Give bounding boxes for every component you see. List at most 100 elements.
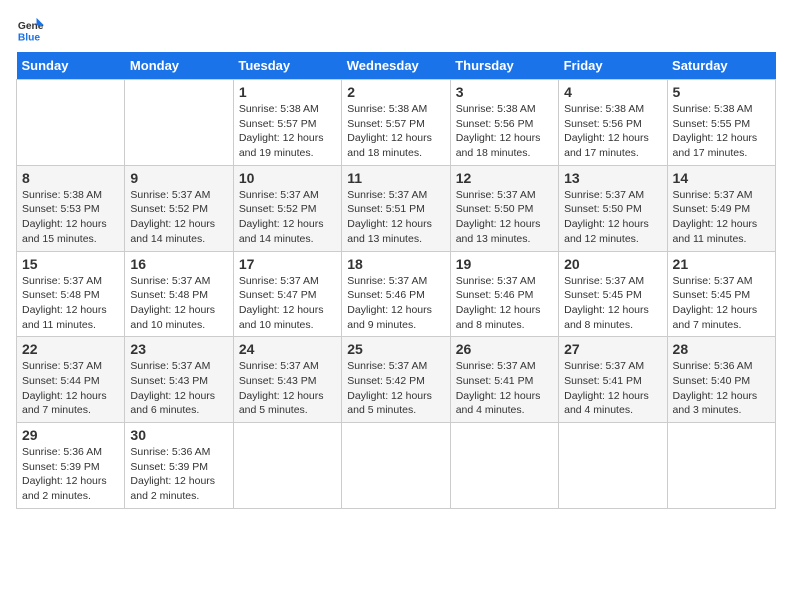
- day-info: Sunrise: 5:37 AMSunset: 5:48 PMDaylight:…: [130, 274, 227, 333]
- day-info: Sunrise: 5:37 AMSunset: 5:47 PMDaylight:…: [239, 274, 336, 333]
- calendar-cell: 16 Sunrise: 5:37 AMSunset: 5:48 PMDaylig…: [125, 251, 233, 337]
- calendar-cell: 5 Sunrise: 5:38 AMSunset: 5:55 PMDayligh…: [667, 80, 775, 166]
- calendar-cell: 21 Sunrise: 5:37 AMSunset: 5:45 PMDaylig…: [667, 251, 775, 337]
- day-info: Sunrise: 5:38 AMSunset: 5:56 PMDaylight:…: [456, 102, 553, 161]
- calendar-cell: [342, 423, 450, 509]
- weekday-header-saturday: Saturday: [667, 52, 775, 80]
- weekday-header-friday: Friday: [559, 52, 667, 80]
- day-info: Sunrise: 5:37 AMSunset: 5:45 PMDaylight:…: [564, 274, 661, 333]
- day-info: Sunrise: 5:36 AMSunset: 5:40 PMDaylight:…: [673, 359, 770, 418]
- calendar-cell: 26 Sunrise: 5:37 AMSunset: 5:41 PMDaylig…: [450, 337, 558, 423]
- day-number: 9: [130, 170, 227, 186]
- day-number: 14: [673, 170, 770, 186]
- day-info: Sunrise: 5:38 AMSunset: 5:56 PMDaylight:…: [564, 102, 661, 161]
- calendar-cell: 8 Sunrise: 5:38 AMSunset: 5:53 PMDayligh…: [17, 165, 125, 251]
- calendar-table: SundayMondayTuesdayWednesdayThursdayFrid…: [16, 52, 776, 509]
- day-number: 15: [22, 256, 119, 272]
- weekday-header-tuesday: Tuesday: [233, 52, 341, 80]
- weekday-header-sunday: Sunday: [17, 52, 125, 80]
- day-number: 21: [673, 256, 770, 272]
- day-info: Sunrise: 5:37 AMSunset: 5:46 PMDaylight:…: [347, 274, 444, 333]
- day-info: Sunrise: 5:37 AMSunset: 5:46 PMDaylight:…: [456, 274, 553, 333]
- calendar-cell: 3 Sunrise: 5:38 AMSunset: 5:56 PMDayligh…: [450, 80, 558, 166]
- day-number: 18: [347, 256, 444, 272]
- calendar-cell: 15 Sunrise: 5:37 AMSunset: 5:48 PMDaylig…: [17, 251, 125, 337]
- weekday-header-thursday: Thursday: [450, 52, 558, 80]
- calendar-cell: 25 Sunrise: 5:37 AMSunset: 5:42 PMDaylig…: [342, 337, 450, 423]
- calendar-cell: 18 Sunrise: 5:37 AMSunset: 5:46 PMDaylig…: [342, 251, 450, 337]
- day-info: Sunrise: 5:37 AMSunset: 5:43 PMDaylight:…: [130, 359, 227, 418]
- calendar-cell: 1 Sunrise: 5:38 AMSunset: 5:57 PMDayligh…: [233, 80, 341, 166]
- day-number: 10: [239, 170, 336, 186]
- calendar-cell: 14 Sunrise: 5:37 AMSunset: 5:49 PMDaylig…: [667, 165, 775, 251]
- calendar-cell: 27 Sunrise: 5:37 AMSunset: 5:41 PMDaylig…: [559, 337, 667, 423]
- day-number: 30: [130, 427, 227, 443]
- day-info: Sunrise: 5:36 AMSunset: 5:39 PMDaylight:…: [22, 445, 119, 504]
- calendar-cell: 20 Sunrise: 5:37 AMSunset: 5:45 PMDaylig…: [559, 251, 667, 337]
- calendar-cell: 17 Sunrise: 5:37 AMSunset: 5:47 PMDaylig…: [233, 251, 341, 337]
- weekday-header-monday: Monday: [125, 52, 233, 80]
- calendar-week-5: 29 Sunrise: 5:36 AMSunset: 5:39 PMDaylig…: [17, 423, 776, 509]
- calendar-cell: 2 Sunrise: 5:38 AMSunset: 5:57 PMDayligh…: [342, 80, 450, 166]
- calendar-cell: 10 Sunrise: 5:37 AMSunset: 5:52 PMDaylig…: [233, 165, 341, 251]
- calendar-cell: 24 Sunrise: 5:37 AMSunset: 5:43 PMDaylig…: [233, 337, 341, 423]
- day-number: 16: [130, 256, 227, 272]
- day-number: 11: [347, 170, 444, 186]
- calendar-cell: [233, 423, 341, 509]
- day-info: Sunrise: 5:37 AMSunset: 5:52 PMDaylight:…: [130, 188, 227, 247]
- day-info: Sunrise: 5:37 AMSunset: 5:44 PMDaylight:…: [22, 359, 119, 418]
- calendar-week-2: 8 Sunrise: 5:38 AMSunset: 5:53 PMDayligh…: [17, 165, 776, 251]
- logo-icon: General Blue: [16, 16, 44, 44]
- calendar-week-3: 15 Sunrise: 5:37 AMSunset: 5:48 PMDaylig…: [17, 251, 776, 337]
- calendar-cell: 23 Sunrise: 5:37 AMSunset: 5:43 PMDaylig…: [125, 337, 233, 423]
- day-info: Sunrise: 5:38 AMSunset: 5:53 PMDaylight:…: [22, 188, 119, 247]
- logo: General Blue: [16, 16, 44, 44]
- day-number: 2: [347, 84, 444, 100]
- day-number: 1: [239, 84, 336, 100]
- day-info: Sunrise: 5:37 AMSunset: 5:42 PMDaylight:…: [347, 359, 444, 418]
- weekday-header-wednesday: Wednesday: [342, 52, 450, 80]
- day-number: 22: [22, 341, 119, 357]
- day-number: 26: [456, 341, 553, 357]
- calendar-cell: 13 Sunrise: 5:37 AMSunset: 5:50 PMDaylig…: [559, 165, 667, 251]
- day-number: 8: [22, 170, 119, 186]
- day-info: Sunrise: 5:37 AMSunset: 5:52 PMDaylight:…: [239, 188, 336, 247]
- day-number: 23: [130, 341, 227, 357]
- day-info: Sunrise: 5:37 AMSunset: 5:41 PMDaylight:…: [564, 359, 661, 418]
- calendar-cell: 22 Sunrise: 5:37 AMSunset: 5:44 PMDaylig…: [17, 337, 125, 423]
- calendar-cell: 9 Sunrise: 5:37 AMSunset: 5:52 PMDayligh…: [125, 165, 233, 251]
- day-info: Sunrise: 5:37 AMSunset: 5:50 PMDaylight:…: [564, 188, 661, 247]
- day-number: 17: [239, 256, 336, 272]
- day-info: Sunrise: 5:37 AMSunset: 5:43 PMDaylight:…: [239, 359, 336, 418]
- day-info: Sunrise: 5:38 AMSunset: 5:57 PMDaylight:…: [347, 102, 444, 161]
- calendar-cell: 30 Sunrise: 5:36 AMSunset: 5:39 PMDaylig…: [125, 423, 233, 509]
- day-number: 29: [22, 427, 119, 443]
- day-number: 25: [347, 341, 444, 357]
- calendar-cell: 11 Sunrise: 5:37 AMSunset: 5:51 PMDaylig…: [342, 165, 450, 251]
- page-header: General Blue: [16, 16, 776, 44]
- calendar-week-4: 22 Sunrise: 5:37 AMSunset: 5:44 PMDaylig…: [17, 337, 776, 423]
- day-number: 12: [456, 170, 553, 186]
- calendar-cell: 28 Sunrise: 5:36 AMSunset: 5:40 PMDaylig…: [667, 337, 775, 423]
- day-number: 19: [456, 256, 553, 272]
- day-number: 5: [673, 84, 770, 100]
- day-number: 27: [564, 341, 661, 357]
- day-info: Sunrise: 5:36 AMSunset: 5:39 PMDaylight:…: [130, 445, 227, 504]
- calendar-cell: [450, 423, 558, 509]
- day-info: Sunrise: 5:37 AMSunset: 5:50 PMDaylight:…: [456, 188, 553, 247]
- svg-text:Blue: Blue: [18, 32, 41, 43]
- calendar-cell: 19 Sunrise: 5:37 AMSunset: 5:46 PMDaylig…: [450, 251, 558, 337]
- calendar-cell: [559, 423, 667, 509]
- day-info: Sunrise: 5:37 AMSunset: 5:51 PMDaylight:…: [347, 188, 444, 247]
- day-info: Sunrise: 5:37 AMSunset: 5:41 PMDaylight:…: [456, 359, 553, 418]
- calendar-week-1: 1 Sunrise: 5:38 AMSunset: 5:57 PMDayligh…: [17, 80, 776, 166]
- day-number: 4: [564, 84, 661, 100]
- calendar-cell: 29 Sunrise: 5:36 AMSunset: 5:39 PMDaylig…: [17, 423, 125, 509]
- day-number: 20: [564, 256, 661, 272]
- day-info: Sunrise: 5:37 AMSunset: 5:48 PMDaylight:…: [22, 274, 119, 333]
- day-info: Sunrise: 5:38 AMSunset: 5:55 PMDaylight:…: [673, 102, 770, 161]
- day-number: 28: [673, 341, 770, 357]
- calendar-cell: 12 Sunrise: 5:37 AMSunset: 5:50 PMDaylig…: [450, 165, 558, 251]
- day-info: Sunrise: 5:37 AMSunset: 5:49 PMDaylight:…: [673, 188, 770, 247]
- calendar-cell: [17, 80, 125, 166]
